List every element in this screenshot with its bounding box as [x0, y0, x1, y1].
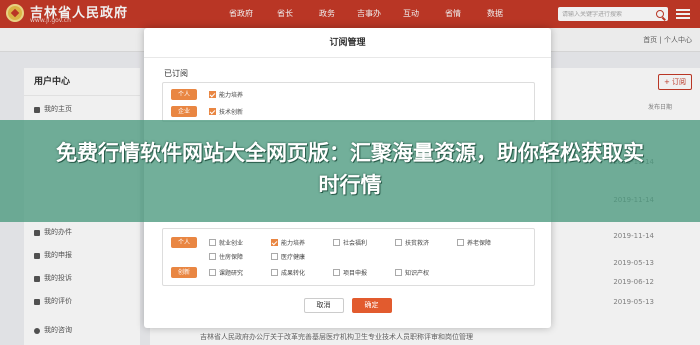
checkbox-checked-icon[interactable] — [271, 239, 278, 246]
headline-text: 免费行情软件网站大全网页版：汇聚海量资源，助你轻松获取实时行情 — [56, 141, 644, 197]
option-pension[interactable]: 养老保障 — [457, 237, 505, 248]
option-project[interactable]: 项目申报 — [333, 267, 381, 278]
checkbox-icon[interactable] — [209, 253, 216, 260]
checkbox-checked-icon[interactable] — [209, 91, 216, 98]
option-ability[interactable]: 能力培养 — [209, 89, 257, 100]
option-employment[interactable]: 就业创业 — [209, 237, 257, 248]
category-tag: 企业 — [171, 106, 197, 117]
option-ip[interactable]: 知识产权 — [395, 267, 443, 278]
topic-group-personal: 个人 就业创业 能力培养 社会福利 扶贫救济 养老保障 住房保障 医疗健康 — [171, 237, 529, 265]
checkbox-icon[interactable] — [457, 239, 464, 246]
dialog-actions: 取消 确定 — [144, 298, 551, 313]
available-topics-box: 个人 就业创业 能力培养 社会福利 扶贫救济 养老保障 住房保障 医疗健康 创新… — [162, 228, 535, 286]
option-social-welfare[interactable]: 社会福利 — [333, 237, 381, 248]
category-tag: 个人 — [171, 89, 197, 100]
option-healthcare[interactable]: 医疗健康 — [271, 251, 319, 262]
option-poverty-relief[interactable]: 扶贫救济 — [395, 237, 443, 248]
subscribed-box: 个人 能力培养 企业 技术创新 — [162, 82, 535, 122]
checkbox-checked-icon[interactable] — [209, 108, 216, 115]
checkbox-icon[interactable] — [271, 269, 278, 276]
confirm-button[interactable]: 确定 — [351, 298, 392, 313]
option-transfer[interactable]: 成果转化 — [271, 267, 319, 278]
cancel-button[interactable]: 取消 — [303, 298, 344, 313]
subscribed-section-label: 已订阅 — [164, 69, 188, 78]
option-ability[interactable]: 能力培养 — [271, 237, 319, 248]
checkbox-icon[interactable] — [333, 269, 340, 276]
category-tag: 创新 — [171, 267, 197, 278]
checkbox-icon[interactable] — [271, 253, 278, 260]
checkbox-icon[interactable] — [209, 239, 216, 246]
option-tech-innovation[interactable]: 技术创新 — [209, 106, 257, 117]
option-research[interactable]: 课题研究 — [209, 267, 257, 278]
checkbox-icon[interactable] — [333, 239, 340, 246]
subscribed-group-enterprise: 企业 技术创新 — [171, 106, 529, 120]
checkbox-icon[interactable] — [395, 269, 402, 276]
category-tag: 个人 — [171, 237, 197, 248]
checkbox-icon[interactable] — [395, 239, 402, 246]
checkbox-icon[interactable] — [209, 269, 216, 276]
topic-group-innovation: 创新 课题研究 成果转化 项目申报 知识产权 — [171, 267, 529, 281]
dialog-title: 订阅管理 — [144, 28, 551, 58]
option-housing[interactable]: 住房保障 — [209, 251, 257, 262]
subscribed-group-personal: 个人 能力培养 — [171, 89, 529, 103]
